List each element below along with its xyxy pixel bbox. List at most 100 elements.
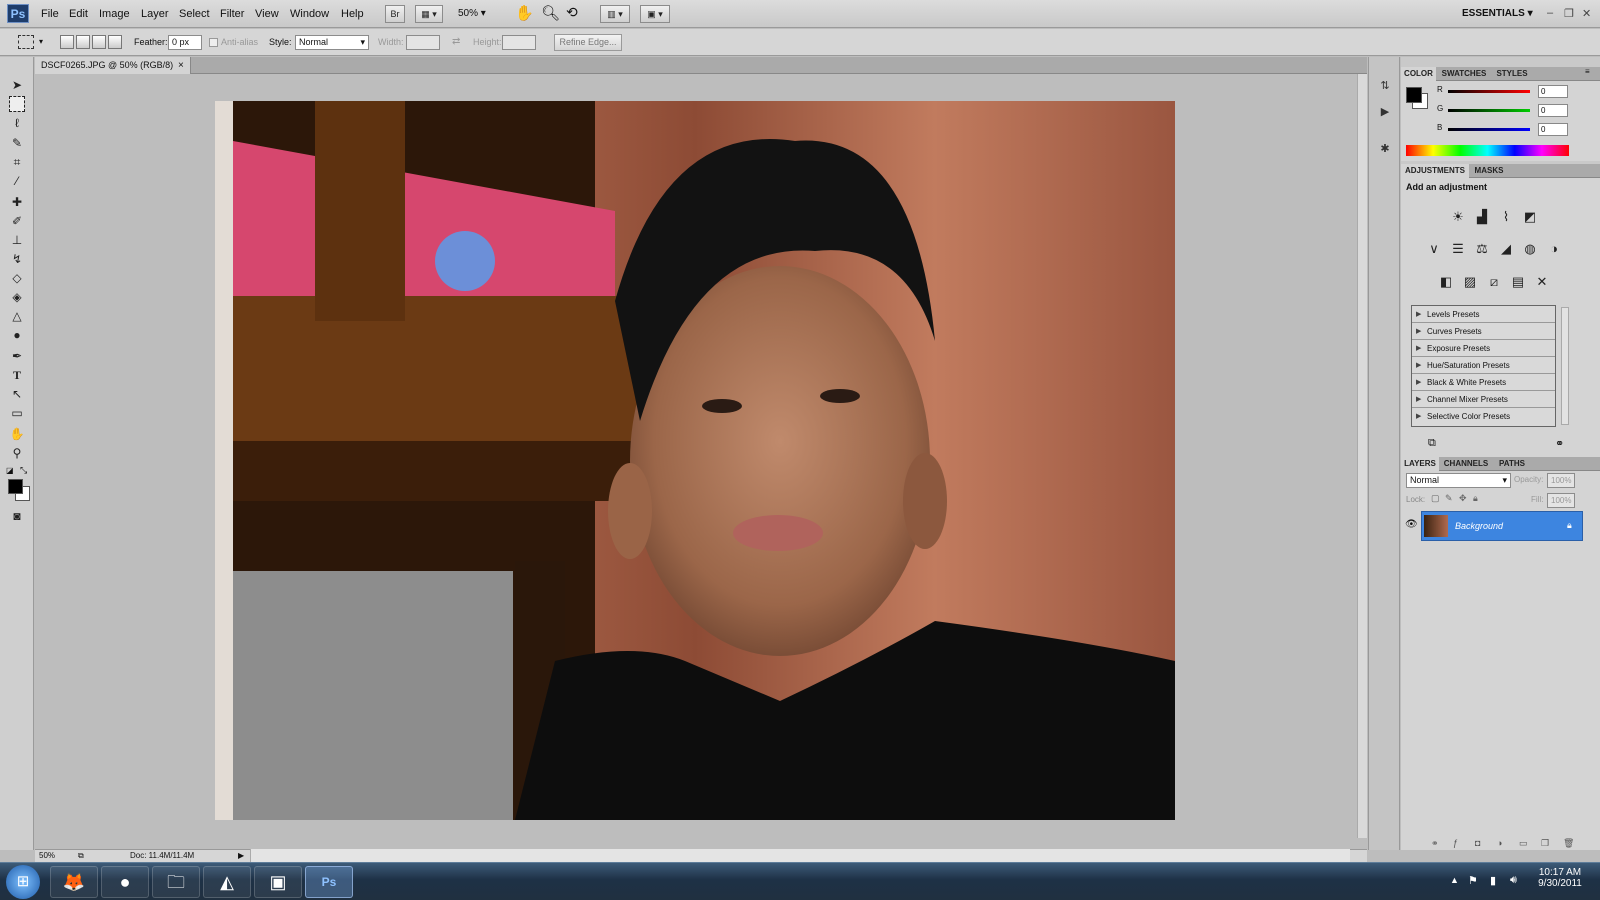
menu-edit[interactable]: Edit xyxy=(69,8,88,20)
lock-transparent-icon[interactable]: ▢ xyxy=(1431,493,1440,504)
document-tab[interactable]: DSCF0265.JPG @ 50% (RGB/8) × xyxy=(35,57,191,74)
levels-icon[interactable]: ▟ xyxy=(1473,208,1491,226)
workspace-switcher[interactable]: ESSENTIALS ▾ xyxy=(1462,8,1533,19)
menu-window[interactable]: Window xyxy=(290,8,329,20)
swap-colors-icon[interactable]: ⤡ xyxy=(20,465,27,476)
hand-tool-icon[interactable]: ✋ xyxy=(9,426,25,442)
taskbar-image-viewer-icon[interactable]: ▣ xyxy=(254,866,302,898)
vibrance-icon[interactable]: ∨ xyxy=(1425,240,1443,258)
arrange-documents-button[interactable]: ▥ ▾ xyxy=(600,5,630,23)
tray-network-icon[interactable]: ▮ xyxy=(1490,874,1496,887)
preset-levels[interactable]: ▶ Levels Presets xyxy=(1412,306,1555,323)
vertical-scrollbar[interactable] xyxy=(1357,74,1367,838)
tray-flag-icon[interactable]: ⚑ xyxy=(1468,874,1478,887)
tab-channels[interactable]: CHANNELS xyxy=(1440,457,1492,471)
layer-name[interactable]: Background xyxy=(1455,521,1503,531)
taskbar-firefox-icon[interactable]: 🦊 xyxy=(50,866,98,898)
healing-brush-tool-icon[interactable]: ✚ xyxy=(9,194,25,210)
brush-tool-icon[interactable]: ✐ xyxy=(9,213,25,229)
delete-layer-icon[interactable]: 🗑︎ xyxy=(1563,838,1574,849)
history-panel-icon[interactable]: ⇅ xyxy=(1377,79,1393,93)
channel-mixer-icon[interactable]: ◑ xyxy=(1545,240,1563,258)
new-adjustment-layer-icon[interactable]: ◑ xyxy=(1497,838,1502,848)
menu-select[interactable]: Select xyxy=(179,8,210,20)
menu-help[interactable]: Help xyxy=(341,8,364,20)
zoom-tool-icon[interactable]: 🔍︎ xyxy=(541,4,560,22)
color-spectrum-ramp[interactable] xyxy=(1406,145,1569,156)
taskbar-acrobat-icon[interactable]: ◭ xyxy=(203,866,251,898)
swap-dimensions-icon[interactable]: ⇄ xyxy=(452,36,460,47)
add-to-selection-icon[interactable] xyxy=(76,35,90,49)
preset-hue-saturation[interactable]: ▶ Hue/Saturation Presets xyxy=(1412,357,1555,374)
taskbar-explorer-icon[interactable]: 🗀 xyxy=(152,866,200,898)
tray-expand-icon[interactable]: ▲ xyxy=(1450,875,1459,885)
refine-edge-button[interactable]: Refine Edge... xyxy=(554,34,622,51)
eraser-tool-icon[interactable]: ◇ xyxy=(9,270,25,286)
hand-tool-icon[interactable]: ✋ xyxy=(515,4,534,22)
new-layer-icon[interactable]: ❐ xyxy=(1541,838,1549,849)
fill-input[interactable]: 100% xyxy=(1547,493,1575,508)
preset-selective-color[interactable]: ▶ Selective Color Presets xyxy=(1412,408,1555,425)
color-foreground-swatch[interactable] xyxy=(1406,87,1422,103)
start-button-icon[interactable]: ⊞ xyxy=(6,865,40,899)
preset-channel-mixer[interactable]: ▶ Channel Mixer Presets xyxy=(1412,391,1555,408)
menu-layer[interactable]: Layer xyxy=(141,8,169,20)
restore-icon[interactable]: ❐ xyxy=(1564,7,1574,20)
screen-mode-button[interactable]: ▣ ▾ xyxy=(640,5,670,23)
marquee-tool-icon[interactable] xyxy=(9,96,25,112)
gradient-map-icon[interactable]: ▤ xyxy=(1509,273,1527,291)
anti-alias-checkbox[interactable] xyxy=(209,38,218,47)
blur-tool-icon[interactable]: △ xyxy=(9,308,25,324)
taskbar-clock[interactable]: 10:17 AM 9/30/2011 xyxy=(1528,867,1592,889)
zoom-tool-icon[interactable]: ⚲ xyxy=(9,445,25,461)
hue-saturation-icon[interactable]: ☰ xyxy=(1449,240,1467,258)
actions-panel-icon[interactable]: ▶ xyxy=(1377,105,1393,119)
menu-file[interactable]: File xyxy=(41,8,59,20)
width-input[interactable] xyxy=(406,35,440,50)
brightness-contrast-icon[interactable]: ☀ xyxy=(1449,208,1467,226)
gradient-tool-icon[interactable]: ◈ xyxy=(9,289,25,305)
channel-g-value[interactable]: 0 xyxy=(1538,104,1568,117)
move-tool-icon[interactable]: ➤ xyxy=(9,77,25,93)
new-selection-icon[interactable] xyxy=(60,35,74,49)
preset-black-white[interactable]: ▶ Black & White Presets xyxy=(1412,374,1555,391)
slider-r[interactable] xyxy=(1448,90,1530,93)
black-white-icon[interactable]: ◢ xyxy=(1497,240,1515,258)
zoom-level-dropdown[interactable]: 50% ▾ xyxy=(458,8,486,19)
intersect-selection-icon[interactable] xyxy=(108,35,122,49)
link-layers-icon[interactable]: ⚭ xyxy=(1431,838,1439,849)
view-extras-button[interactable]: ▦ ▾ xyxy=(415,5,443,23)
status-menu-arrow-icon[interactable]: ▶ xyxy=(238,850,244,862)
selective-color-icon[interactable]: ✕ xyxy=(1533,273,1551,291)
type-tool-icon[interactable]: T xyxy=(9,367,25,383)
tab-swatches[interactable]: SWATCHES xyxy=(1437,67,1491,81)
new-group-icon[interactable]: ▭ xyxy=(1519,838,1528,849)
clip-to-layer-icon[interactable]: ⚭ xyxy=(1555,437,1564,450)
foreground-color-swatch[interactable] xyxy=(8,479,23,494)
menu-image[interactable]: Image xyxy=(99,8,130,20)
preset-curves[interactable]: ▶ Curves Presets xyxy=(1412,323,1555,340)
status-zoom[interactable]: 50% xyxy=(39,850,55,862)
color-balance-icon[interactable]: ⚖ xyxy=(1473,240,1491,258)
close-document-icon[interactable]: × xyxy=(178,57,184,74)
taskbar-media-icon[interactable]: ● xyxy=(101,866,149,898)
tab-layers[interactable]: LAYERS xyxy=(1401,457,1439,471)
feather-input[interactable]: 0 px xyxy=(168,35,202,50)
lock-image-icon[interactable]: ✎ xyxy=(1445,493,1453,504)
quick-mask-icon[interactable]: ◙ xyxy=(9,508,25,524)
tab-paths[interactable]: PATHS xyxy=(1493,457,1531,471)
tab-adjustments[interactable]: ADJUSTMENTS xyxy=(1401,164,1469,178)
document-image[interactable] xyxy=(215,101,1175,820)
tab-color[interactable]: COLOR xyxy=(1401,67,1436,81)
pen-tool-icon[interactable]: ✒ xyxy=(9,348,25,364)
add-mask-icon[interactable]: ◘ xyxy=(1475,838,1480,848)
quick-selection-tool-icon[interactable]: ✎ xyxy=(9,135,25,151)
opacity-input[interactable]: 100% xyxy=(1547,473,1575,488)
curves-icon[interactable]: ⌇ xyxy=(1497,208,1515,226)
rotate-view-icon[interactable]: ⟲ xyxy=(566,4,578,21)
rectangular-marquee-preset-icon[interactable] xyxy=(18,35,34,49)
tray-volume-icon[interactable]: 🔊︎ xyxy=(1510,874,1517,887)
tab-masks[interactable]: MASKS xyxy=(1470,164,1508,178)
clone-stamp-tool-icon[interactable]: ⊥ xyxy=(9,232,25,248)
style-select[interactable]: Normal ▾ xyxy=(295,35,369,50)
